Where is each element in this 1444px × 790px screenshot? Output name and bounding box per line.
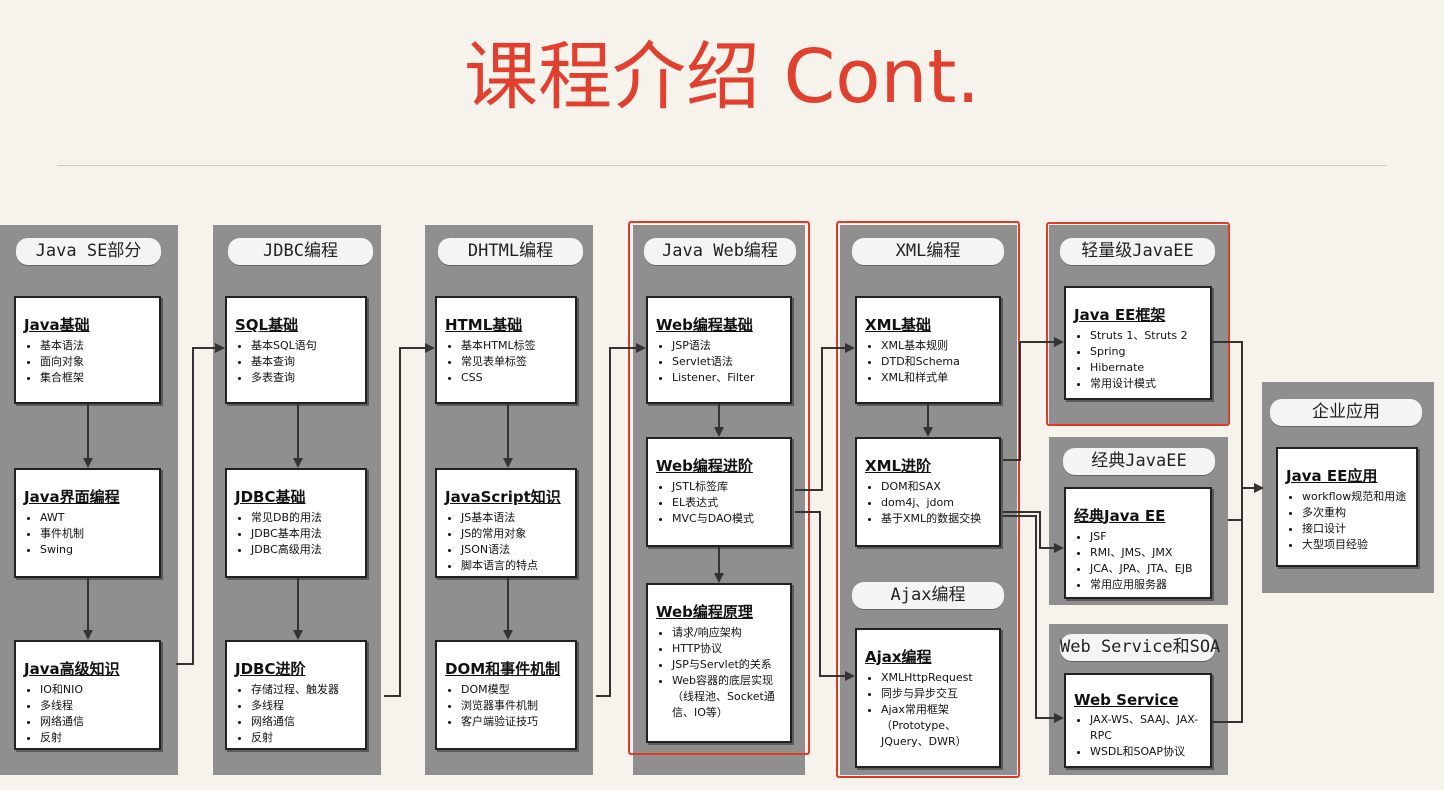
flow-arrow bbox=[1003, 511, 1064, 553]
flow-arrow bbox=[795, 343, 855, 491]
flow-arrow bbox=[596, 343, 646, 697]
flow-arrow bbox=[795, 511, 855, 681]
flow-arrow bbox=[384, 343, 435, 697]
flow-arrow bbox=[1003, 515, 1064, 723]
flow-arrows bbox=[83, 337, 1264, 723]
flow-arrow bbox=[1003, 337, 1064, 461]
flow-arrow bbox=[1212, 341, 1243, 723]
flow-arrow bbox=[176, 343, 225, 665]
